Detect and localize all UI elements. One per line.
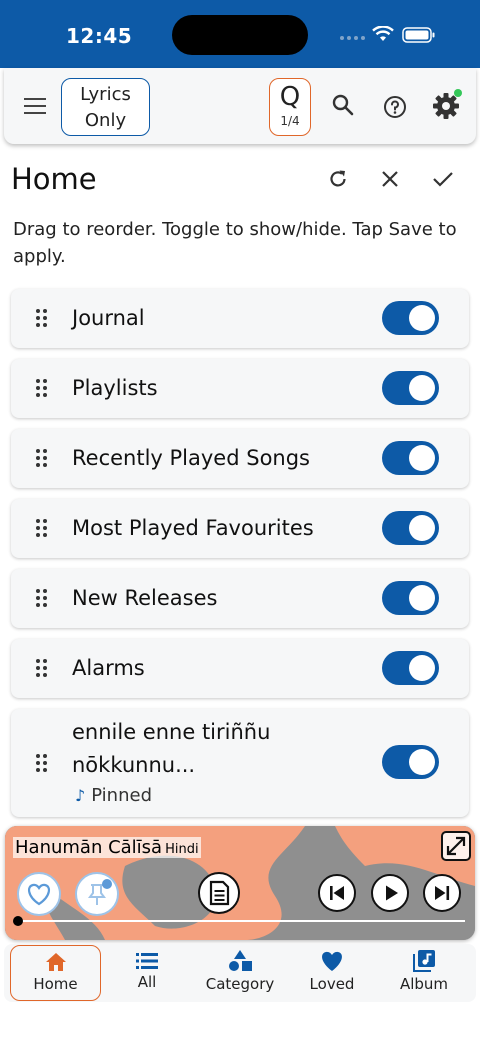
status-bar: 12:45	[0, 0, 480, 68]
section-label: Most Played Favourites	[72, 516, 314, 540]
section-row-journal[interactable]: Journal	[11, 289, 469, 348]
nav-label: Album	[399, 975, 449, 993]
category-icon	[229, 950, 252, 971]
visibility-toggle[interactable]	[382, 511, 439, 545]
progress-thumb[interactable]	[13, 916, 23, 926]
expand-button[interactable]	[441, 831, 471, 861]
previous-button[interactable]	[318, 874, 356, 912]
play-button[interactable]	[371, 874, 409, 912]
help-icon[interactable]	[383, 95, 407, 119]
song-title: Hanumān Cālīsā	[15, 837, 163, 858]
section-label: Journal	[72, 306, 145, 330]
skip-previous-icon	[330, 886, 344, 900]
bottom-navigation: Home All Category Loved Album	[4, 944, 476, 1002]
battery-icon	[402, 27, 435, 43]
section-label: ennile enne tiriññu nōkkunnu...	[72, 720, 271, 777]
wifi-icon	[372, 26, 394, 41]
nav-label: Category	[205, 975, 275, 993]
drag-handle-icon[interactable]	[36, 589, 48, 607]
nav-item-category[interactable]: Category	[192, 944, 288, 1002]
visibility-toggle[interactable]	[382, 745, 439, 779]
dynamic-island	[172, 15, 308, 55]
top-toolbar: Lyrics Only Q 1/4	[4, 68, 476, 144]
pinned-tag: ♪ Pinned	[75, 785, 152, 806]
song-title-badge: Hanumān Cālīsā Hindi	[13, 837, 201, 858]
section-label: Playlists	[72, 376, 158, 400]
notification-dot	[454, 89, 462, 97]
list-icon	[136, 953, 158, 969]
album-icon	[413, 950, 435, 972]
drag-handle-icon[interactable]	[36, 309, 48, 327]
menu-icon[interactable]	[24, 98, 46, 114]
queue-letter: Q	[279, 82, 301, 112]
section-row-playlists[interactable]: Playlists	[11, 359, 469, 418]
lyrics-only-button[interactable]: Lyrics Only	[61, 78, 150, 136]
close-icon[interactable]	[381, 170, 399, 188]
check-icon[interactable]	[432, 171, 454, 187]
pin-icon	[88, 879, 112, 905]
nav-item-album[interactable]: Album	[376, 944, 472, 1002]
section-row-recently-played[interactable]: Recently Played Songs	[11, 429, 469, 488]
visibility-toggle[interactable]	[382, 651, 439, 685]
instructions-text: Drag to reorder. Toggle to show/hide. Ta…	[13, 219, 457, 267]
nav-item-home[interactable]: Home	[10, 945, 101, 1001]
nav-label: All	[137, 973, 157, 991]
search-icon[interactable]	[332, 94, 354, 116]
section-label: Recently Played Songs	[72, 446, 310, 470]
visibility-toggle[interactable]	[382, 371, 439, 405]
section-row-new-releases[interactable]: New Releases	[11, 569, 469, 628]
queue-count: 1/4	[280, 114, 300, 128]
song-language: Hindi	[165, 842, 199, 857]
pinned-label: Pinned	[91, 785, 152, 806]
nav-item-all[interactable]: All	[102, 944, 192, 1002]
play-icon	[386, 885, 398, 901]
page-title: Home	[11, 162, 97, 196]
lyrics-icon	[209, 880, 230, 906]
pin-button[interactable]	[75, 872, 119, 916]
drag-handle-icon[interactable]	[36, 379, 48, 397]
lyrics-button[interactable]	[198, 872, 240, 914]
status-time: 12:45	[66, 24, 133, 48]
signal-icon	[340, 36, 365, 40]
refresh-icon[interactable]	[327, 168, 349, 190]
mini-player[interactable]: Hanumān Cālīsā Hindi	[5, 826, 475, 940]
nav-label: Loved	[309, 975, 355, 993]
expand-icon	[446, 836, 466, 856]
heart-icon	[322, 951, 342, 971]
section-row-most-played[interactable]: Most Played Favourites	[11, 499, 469, 558]
nav-item-loved[interactable]: Loved	[288, 944, 376, 1002]
love-button[interactable]	[17, 872, 61, 916]
queue-button[interactable]: Q 1/4	[269, 78, 311, 136]
next-button[interactable]	[423, 874, 461, 912]
nav-label: Home	[33, 975, 78, 993]
section-row-pinned-song[interactable]: ennile enne tiriññu nōkkunnu... ♪ Pinned	[11, 709, 469, 817]
drag-handle-icon[interactable]	[36, 754, 48, 772]
visibility-toggle[interactable]	[382, 301, 439, 335]
visibility-toggle[interactable]	[382, 441, 439, 475]
skip-next-icon	[435, 886, 450, 900]
progress-track[interactable]	[17, 920, 465, 922]
drag-handle-icon[interactable]	[36, 449, 48, 467]
drag-handle-icon[interactable]	[36, 519, 48, 537]
section-label: New Releases	[72, 586, 218, 610]
heart-outline-icon	[27, 883, 51, 906]
section-label: Alarms	[72, 656, 145, 680]
drag-handle-icon[interactable]	[36, 659, 48, 677]
home-icon	[45, 953, 66, 971]
music-note-icon: ♪	[75, 786, 86, 805]
section-row-alarms[interactable]: Alarms	[11, 639, 469, 698]
visibility-toggle[interactable]	[382, 581, 439, 615]
